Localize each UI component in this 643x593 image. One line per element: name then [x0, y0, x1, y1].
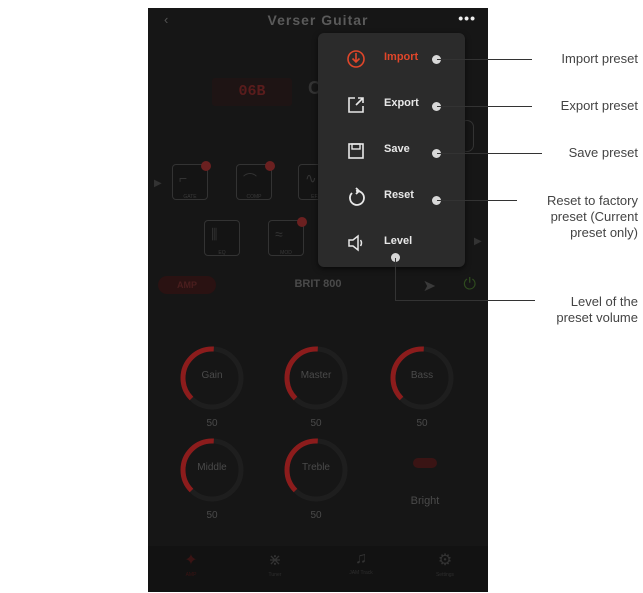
callout-save: Save preset — [568, 145, 638, 160]
callout-reset: Reset to factory preset (Current preset … — [508, 193, 638, 241]
amp-bar: AMP BRIT 800 ➤ ⏻ — [148, 270, 488, 300]
amp-nav-icon: ✦ — [184, 552, 198, 569]
menu-item-label: Import — [384, 51, 419, 63]
knob-label: Treble — [302, 462, 330, 473]
music-note-icon: ♫ — [355, 550, 367, 567]
nav-label: Tuner — [268, 572, 282, 578]
nav-tuner[interactable]: ⋇ Tuner — [240, 550, 310, 578]
knob-value: 50 — [310, 418, 322, 429]
menu-item-label: Export — [384, 97, 419, 109]
knob-label: Master — [300, 370, 332, 381]
nav-label: AMP — [185, 572, 197, 578]
knob-middle[interactable]: Middle 50 — [180, 438, 244, 521]
gear-icon: ⚙ — [437, 552, 453, 569]
callout-line-import — [437, 59, 532, 60]
volume-icon — [348, 234, 363, 252]
power-icon[interactable]: ⏻ — [463, 276, 476, 294]
knob-master[interactable]: Master 50 — [284, 346, 348, 429]
menu-item-save[interactable]: Save — [318, 131, 465, 171]
pedal-gate[interactable]: ⌐ GATE — [172, 161, 211, 200]
callout-export: Export preset — [560, 98, 638, 113]
nav-settings[interactable]: ⚙ Settings — [410, 550, 480, 578]
knob-treble[interactable]: Treble 50 — [284, 438, 348, 521]
amp-model-name[interactable]: BRIT 800 — [148, 278, 488, 290]
callout-level-line1: Level of the — [570, 294, 638, 309]
callout-line-reset — [437, 200, 517, 201]
knob-value: 50 — [206, 510, 218, 521]
import-icon — [347, 50, 365, 68]
mod-icon: ≈ — [275, 226, 283, 242]
pedal-label: COMP — [246, 194, 262, 200]
bright-label: Bright — [410, 495, 440, 507]
callout-reset-line1: Reset to factory — [546, 193, 638, 208]
pedal-comp[interactable]: ⌒ COMP — [236, 161, 275, 200]
share-icon[interactable]: ➤ — [423, 276, 436, 296]
preset-number[interactable]: 06B — [212, 78, 292, 106]
pedal-status-dot — [297, 217, 307, 227]
more-menu-icon[interactable]: ••• — [458, 10, 476, 26]
callout-level-line2: preset volume — [556, 310, 638, 325]
knob-label: Bass — [410, 370, 434, 381]
efx-icon: ∿ — [305, 170, 317, 186]
nav-label: JAM Track — [349, 570, 373, 576]
knob-bass[interactable]: Bass 50 — [390, 346, 454, 429]
menu-item-reset[interactable]: Reset — [318, 177, 465, 217]
menu-item-label: Save — [384, 143, 410, 155]
callout-level: Level of the preset volume — [520, 294, 638, 326]
callout-line-export — [437, 106, 532, 107]
bright-switch[interactable] — [413, 458, 437, 468]
pedal-status-dot — [201, 161, 211, 171]
knob-value: 50 — [416, 418, 428, 429]
callout-line-level-vertical — [395, 258, 396, 301]
pedal-label: EQ — [218, 250, 226, 256]
callout-import: Import preset — [561, 51, 638, 66]
pedal-label: GATE — [183, 194, 197, 200]
app-title: Verser Guitar — [267, 12, 369, 28]
knob-value: 50 — [310, 510, 322, 521]
knob-gain[interactable]: Gain 50 — [180, 346, 244, 429]
reset-icon — [349, 187, 365, 206]
nav-amp[interactable]: ✦ AMP — [156, 550, 226, 578]
chain-left-arrow-icon[interactable]: ▶ — [154, 178, 162, 189]
callout-reset-line3: preset only) — [570, 225, 638, 240]
knob-label: Middle — [197, 462, 227, 473]
tuner-icon: ⋇ — [268, 552, 282, 569]
nav-jam-track[interactable]: ♫ JAM Track — [326, 550, 396, 576]
top-bar: ‹ Verser Guitar ••• — [148, 8, 488, 34]
pedal-status-dot — [265, 161, 275, 171]
nav-label: Settings — [435, 572, 455, 578]
eq-icon: ⫼ — [211, 226, 218, 242]
menu-item-label: Level — [384, 235, 413, 247]
gate-icon: ⌐ — [179, 170, 188, 186]
pedal-mod[interactable]: ≈ MOD — [268, 217, 307, 256]
callout-line-level — [395, 300, 535, 301]
callout-reset-line2: preset (Current — [550, 209, 638, 224]
save-icon — [348, 143, 364, 159]
menu-item-export[interactable]: Export — [318, 85, 465, 125]
menu-item-label: Reset — [384, 189, 414, 201]
knob-value: 50 — [206, 418, 218, 429]
export-icon — [348, 97, 364, 113]
comp-icon: ⌒ — [243, 172, 257, 188]
pedal-eq[interactable]: ⫼ EQ — [204, 220, 240, 256]
knob-label: Gain — [201, 370, 223, 381]
chain-right-arrow-icon[interactable]: ▶ — [474, 236, 482, 247]
pedal-label: MOD — [280, 250, 292, 256]
preset-dropdown-menu: Import Export Save Reset Level — [318, 33, 465, 267]
bottom-nav: ✦ AMP ⋇ Tuner ♫ JAM Track ⚙ Settings — [148, 546, 488, 592]
